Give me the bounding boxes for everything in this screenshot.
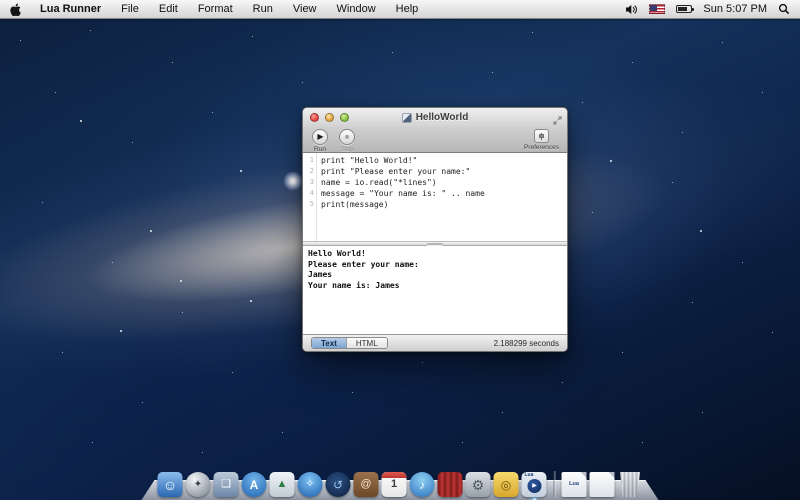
status-bar: TextHTML 2.188299 seconds — [303, 334, 567, 351]
run-button-label: Run — [314, 146, 326, 153]
line-number: 2 — [303, 166, 314, 177]
close-button[interactable] — [310, 113, 319, 122]
elapsed-time: 2.188299 seconds — [494, 339, 559, 348]
segment-html[interactable]: HTML — [347, 338, 387, 348]
menu-clock[interactable]: Sun 5:07 PM — [703, 3, 767, 15]
code-line: print "Hello World!" — [321, 155, 567, 166]
code-line: message = "Your name is: " .. name — [321, 188, 567, 199]
glyph: ✦ — [194, 480, 202, 490]
lua-badge: Lua — [525, 473, 534, 478]
menu-item-edit[interactable]: Edit — [149, 3, 188, 15]
dock-icon-time-machine[interactable]: ↺ — [326, 472, 351, 497]
apple-menu-icon[interactable] — [10, 3, 30, 16]
dock-icon-preview[interactable]: ▲ — [270, 472, 295, 497]
glyph: Lua — [569, 482, 579, 488]
menu-item-file[interactable]: File — [111, 3, 149, 15]
menu-item-help[interactable]: Help — [386, 3, 429, 15]
output-pane[interactable]: Hello World!Please enter your name:James… — [303, 246, 567, 334]
glyph: 1 — [391, 479, 397, 490]
output-mode-segmented-control: TextHTML — [311, 337, 388, 349]
dock-icon-trash[interactable] — [618, 472, 643, 497]
glyph: ↺ — [333, 479, 343, 491]
preferences-button[interactable] — [534, 129, 549, 143]
code-line: print(message) — [321, 199, 567, 210]
stop-button-label: Stop — [340, 146, 353, 153]
menu-item-view[interactable]: View — [283, 3, 327, 15]
dock-icon-lua-runner[interactable]: Lua▶ — [522, 472, 547, 497]
dock-icon-document[interactable] — [590, 472, 615, 497]
window-title: HelloWorld — [416, 112, 469, 123]
dock-icon-safari[interactable]: ✧ — [298, 472, 323, 497]
play-icon: ▶ — [527, 479, 541, 493]
glyph: A — [250, 479, 259, 491]
dock-icon-mission-control[interactable]: ❏ — [214, 472, 239, 497]
glyph: @ — [360, 479, 371, 490]
output-line: James — [308, 270, 567, 281]
document-proxy-icon[interactable] — [402, 113, 412, 123]
code-line: name = io.read("*lines") — [321, 177, 567, 188]
output-line: Please enter your name: — [308, 260, 567, 271]
menu-app-name[interactable]: Lua Runner — [30, 3, 111, 15]
dock-icon-finder[interactable]: ☺ — [158, 472, 183, 497]
stop-icon: ■ — [345, 134, 349, 141]
dock-icon-calendar[interactable]: 1 — [382, 472, 407, 497]
line-number: 3 — [303, 177, 314, 188]
title-bar[interactable]: HelloWorld — [303, 108, 567, 127]
zoom-button[interactable] — [340, 113, 349, 122]
glyph: ☺ — [163, 478, 177, 492]
slider-icon — [537, 132, 546, 141]
volume-icon[interactable] — [625, 4, 638, 15]
dock-icon-app-store[interactable]: A — [242, 472, 267, 497]
dock-divider — [554, 471, 555, 497]
dock-icon-search-utility[interactable]: ◎ — [494, 472, 519, 497]
toolbar: ▶ Run ■ Stop Preferences — [303, 127, 567, 153]
input-language-flag-icon[interactable] — [649, 4, 665, 14]
dock-icon-itunes[interactable]: ♪ — [410, 472, 435, 497]
output-line: Your name is: James — [308, 281, 567, 292]
dock-icon-launchpad[interactable]: ✦ — [186, 472, 211, 497]
line-number-gutter: 12345 — [303, 153, 317, 241]
glyph: ✧ — [305, 479, 314, 490]
line-number: 5 — [303, 199, 314, 210]
menu-item-run[interactable]: Run — [243, 3, 283, 15]
menu-bar: Lua Runner FileEditFormatRunViewWindowHe… — [0, 0, 800, 19]
dock-icon-contacts[interactable]: @ — [354, 472, 379, 497]
code-lines: print "Hello World!"print "Please enter … — [317, 153, 567, 241]
output-line: Hello World! — [308, 249, 567, 260]
minimize-button[interactable] — [325, 113, 334, 122]
spotlight-icon[interactable] — [778, 3, 790, 15]
bright-star — [284, 172, 302, 190]
run-button[interactable]: ▶ — [312, 129, 328, 145]
code-line: print "Please enter your name:" — [321, 166, 567, 177]
glyph: ▲ — [277, 479, 288, 490]
dock: ☺✦❏A▲✧↺@1♪⚙◎Lua▶Lua — [142, 471, 659, 500]
stop-button[interactable]: ■ — [339, 129, 355, 145]
dock-icon-photo-booth[interactable] — [438, 472, 463, 497]
code-editor[interactable]: 12345 print "Hello World!"print "Please … — [303, 153, 567, 241]
segment-text[interactable]: Text — [312, 338, 347, 348]
glyph: ◎ — [501, 479, 511, 491]
battery-icon[interactable] — [676, 5, 692, 13]
play-icon: ▶ — [317, 133, 323, 141]
menu-item-window[interactable]: Window — [327, 3, 386, 15]
glyph: ♪ — [419, 479, 425, 491]
desktop: Lua Runner FileEditFormatRunViewWindowHe… — [0, 0, 800, 500]
helloworld-window: HelloWorld ▶ Run ■ Stop — [302, 107, 568, 352]
glyph: ❏ — [221, 479, 231, 490]
dock-icon-lua-document[interactable]: Lua — [562, 472, 587, 497]
menu-item-format[interactable]: Format — [188, 3, 243, 15]
line-number: 1 — [303, 155, 314, 166]
pane-splitter[interactable] — [303, 241, 567, 246]
preferences-button-label: Preferences — [524, 144, 559, 151]
line-number: 4 — [303, 188, 314, 199]
glyph: ⚙ — [472, 478, 485, 492]
dock-icon-system-preferences[interactable]: ⚙ — [466, 472, 491, 497]
